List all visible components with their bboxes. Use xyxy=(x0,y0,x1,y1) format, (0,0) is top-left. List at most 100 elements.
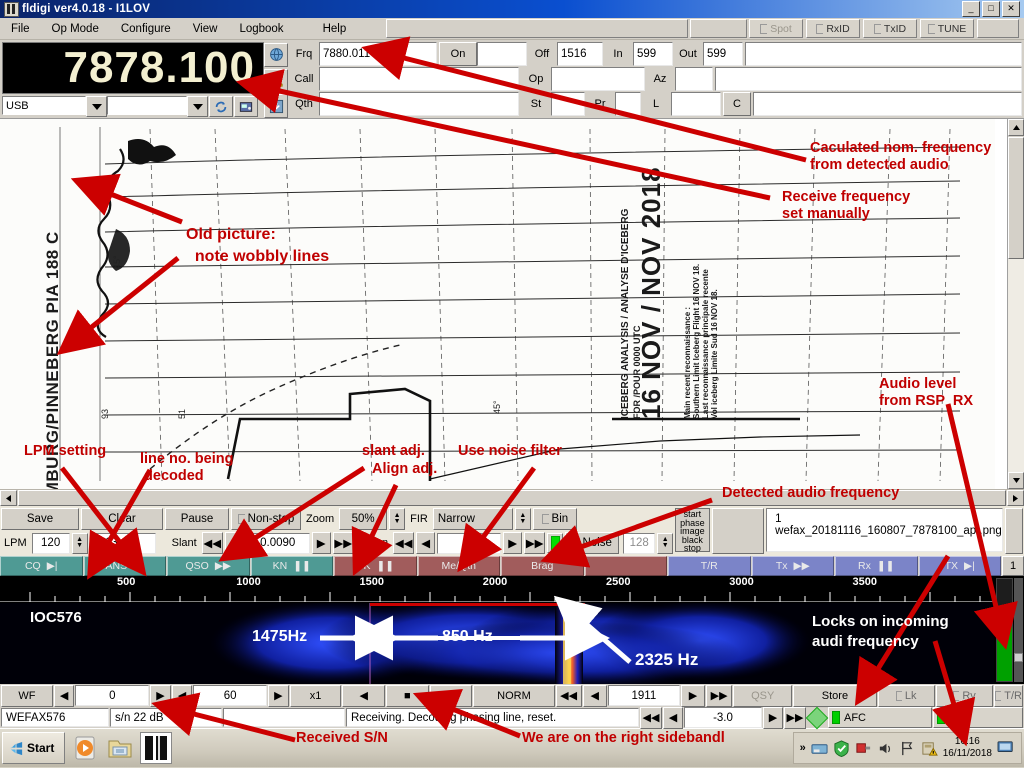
zoom-select[interactable]: 50% xyxy=(339,508,388,530)
freq-back-button[interactable]: ◀ xyxy=(582,684,607,707)
rig-refresh-button[interactable] xyxy=(209,96,233,117)
non-stop-toggle[interactable]: Non-stop xyxy=(231,508,301,530)
bandwidth-select-arrow[interactable] xyxy=(187,96,208,117)
macro-empty[interactable] xyxy=(584,556,667,576)
freq-fast-fwd-button[interactable]: ▶▶ xyxy=(706,684,733,707)
menu-op-mode[interactable]: Op Mode xyxy=(41,21,110,37)
txid-button[interactable]: TxID xyxy=(863,19,917,38)
off-field[interactable]: 1516 xyxy=(557,42,603,66)
security-alert-icon[interactable] xyxy=(921,740,938,757)
start-button[interactable]: Start xyxy=(2,732,66,764)
globe-button[interactable] xyxy=(264,43,288,67)
notes-field-3[interactable] xyxy=(753,92,1022,116)
spot-button[interactable]: Spot xyxy=(749,19,803,38)
macro-cq[interactable]: CQ ▶| xyxy=(0,556,83,576)
zoom-spinner[interactable]: ▲ ▼ xyxy=(389,508,406,530)
reverse-checkbox[interactable] xyxy=(953,690,960,701)
start-stop-list[interactable]: start phase image black stop xyxy=(675,508,710,553)
align-field[interactable]: 0 xyxy=(437,532,502,554)
prev-button[interactable]: ◀ xyxy=(342,684,386,707)
macro-page-number[interactable]: 1 xyxy=(1002,556,1024,576)
slider-knob[interactable] xyxy=(1014,652,1023,662)
menu-view[interactable]: View xyxy=(182,21,229,37)
menu-logbook[interactable]: Logbook xyxy=(228,21,294,37)
l-field[interactable] xyxy=(671,92,721,116)
level-up-button[interactable]: ▶ xyxy=(150,684,171,707)
lpm-field[interactable]: 120 xyxy=(31,532,70,554)
frq-field[interactable]: 7880.011 xyxy=(319,42,437,66)
align-back-button[interactable]: ◀ xyxy=(416,532,436,554)
macro-meqth[interactable]: Me/Qth xyxy=(417,556,500,576)
frequency-display[interactable]: 7878.100 xyxy=(2,42,264,94)
qth-field[interactable] xyxy=(319,92,519,116)
hscroll-left-button[interactable] xyxy=(0,490,17,506)
taskbar-clock[interactable]: 16:16 16/11/2018 xyxy=(943,736,992,760)
pr-field[interactable] xyxy=(615,92,641,116)
tune-button[interactable]: TUNE xyxy=(920,19,974,38)
pause-button[interactable]: Pause xyxy=(165,508,229,530)
align-fwd-button[interactable]: ▶ xyxy=(503,532,523,554)
bandwidth-select[interactable] xyxy=(107,96,187,115)
tune-checkbox[interactable] xyxy=(927,23,935,34)
c-button[interactable]: C xyxy=(723,92,751,116)
taskbar-media-player-icon[interactable] xyxy=(70,733,100,763)
mode-status[interactable]: WEFAX576 xyxy=(1,708,109,727)
reverse-toggle[interactable]: Rv xyxy=(935,684,994,707)
network-icon[interactable] xyxy=(811,740,828,757)
out-field[interactable]: 599 xyxy=(703,42,743,66)
flag-icon[interactable] xyxy=(899,740,916,757)
show-desktop-icon[interactable] xyxy=(997,740,1015,756)
on-field[interactable] xyxy=(477,42,527,66)
rig-control-button[interactable] xyxy=(234,96,258,117)
az-field[interactable] xyxy=(675,67,713,91)
txid-checkbox[interactable] xyxy=(873,23,881,34)
noise-toggle[interactable]: Noise xyxy=(565,532,620,554)
taskbar-file-manager-icon[interactable] xyxy=(105,733,135,763)
macro-tr[interactable]: T/R xyxy=(668,556,751,576)
bin-toggle[interactable]: Bin xyxy=(532,508,577,530)
lpm-spinner[interactable]: ▲ ▼ xyxy=(71,532,88,554)
contrast-up-button[interactable]: ▶ xyxy=(268,684,289,707)
bin-spinner[interactable]: ▲ ▼ xyxy=(657,532,674,554)
scroll-down-button[interactable] xyxy=(1008,472,1024,489)
wf-mode-button[interactable]: WF xyxy=(1,684,53,707)
tr-toggle[interactable]: T/R xyxy=(994,684,1024,707)
tr-checkbox[interactable] xyxy=(995,690,1002,701)
spot-checkbox[interactable] xyxy=(760,23,768,34)
lock-toggle[interactable]: Lk xyxy=(877,684,935,707)
slant-back-button[interactable]: ◀ xyxy=(224,532,244,554)
in-field[interactable]: 599 xyxy=(633,42,673,66)
macro-tx-1[interactable]: Tx ▶▶ xyxy=(751,556,834,576)
bell-button[interactable] xyxy=(264,68,288,93)
mode-select-arrow[interactable] xyxy=(86,96,107,117)
gain-down-button[interactable]: ◀ xyxy=(663,706,683,729)
level-down-button[interactable]: ◀ xyxy=(53,684,75,707)
line-number-field[interactable]: 913 xyxy=(93,532,156,554)
align-indicator-led[interactable] xyxy=(547,533,564,553)
speed-button[interactable]: x1 xyxy=(289,684,342,707)
scroll-track[interactable] xyxy=(1008,259,1024,472)
op-field[interactable] xyxy=(551,67,645,91)
rxid-checkbox[interactable] xyxy=(816,23,824,34)
hscroll-right-button[interactable] xyxy=(1007,490,1024,506)
bin-value-field[interactable]: 128 xyxy=(623,532,656,554)
taskbar-fldigi-icon[interactable] xyxy=(140,732,173,764)
saved-filename[interactable]: 1 wefax_20181116_160807_7878100_apt.png xyxy=(766,508,1003,552)
menu-help[interactable]: Help xyxy=(295,21,358,37)
macro-ans[interactable]: ANS ▶| xyxy=(83,556,166,576)
minimize-button[interactable]: _ xyxy=(962,1,980,17)
gain-field[interactable]: -3.0 xyxy=(684,707,762,728)
antivirus-shield-icon[interactable] xyxy=(833,739,850,757)
volume-icon[interactable] xyxy=(877,740,894,757)
macro-sk[interactable]: SK ❚❚ xyxy=(334,556,417,576)
level-field[interactable]: 0 xyxy=(75,685,150,706)
clear-button[interactable]: Clear xyxy=(81,508,163,530)
st-field[interactable] xyxy=(551,92,585,116)
macro-tx-2[interactable]: TX ▶| xyxy=(918,556,1001,576)
fax-image[interactable]: 16 NOV / NOV 2018 ICEBERG ANALYSIS / ANA… xyxy=(0,119,995,489)
fir-spinner[interactable]: ▲ ▼ xyxy=(514,508,531,530)
image-vertical-scrollbar[interactable] xyxy=(1007,119,1024,489)
notes-field-2[interactable] xyxy=(715,67,1022,91)
freq-fast-back-button[interactable]: ◀◀ xyxy=(555,684,582,707)
gain-fast-up-button[interactable]: ▶▶ xyxy=(784,706,806,729)
